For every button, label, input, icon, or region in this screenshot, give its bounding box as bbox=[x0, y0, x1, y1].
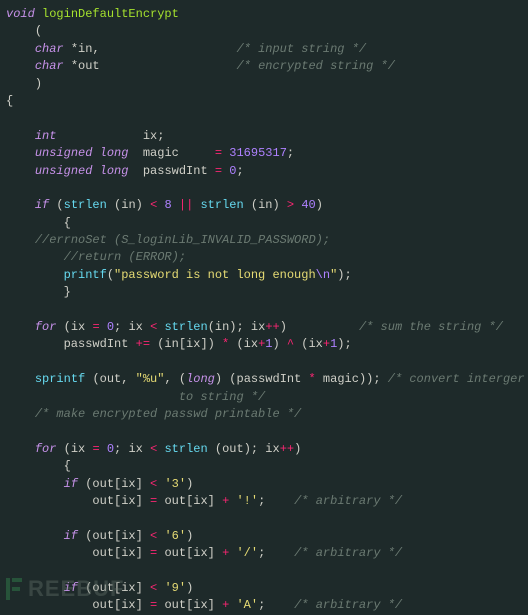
code-block: void loginDefaultEncrypt ( char *in, /* … bbox=[0, 0, 528, 615]
function-name: loginDefaultEncrypt bbox=[42, 7, 179, 21]
